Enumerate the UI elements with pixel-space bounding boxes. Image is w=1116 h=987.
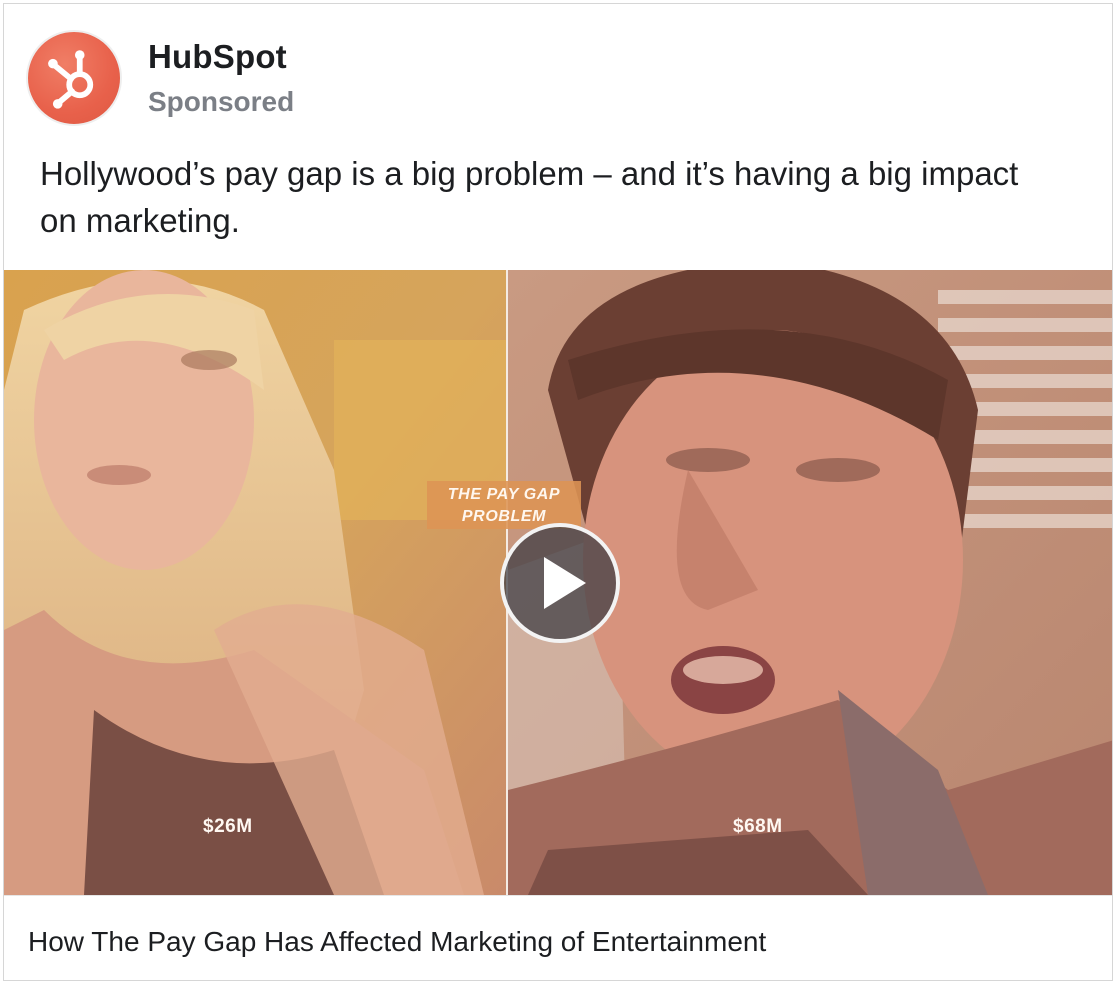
right-amount-label: $68M	[733, 816, 783, 837]
hubspot-logo-icon	[48, 50, 94, 109]
sponsored-post-card: HubSpot Sponsored Hollywood’s pay gap is…	[3, 3, 1113, 981]
link-headline[interactable]: How The Pay Gap Has Affected Marketing o…	[4, 895, 1112, 980]
post-text: Hollywood’s pay gap is a big problem – a…	[40, 155, 1019, 239]
left-amount-label: $26M	[203, 816, 253, 837]
video-overlay-title: THE PAY GAP PROBLEM	[427, 481, 581, 529]
advertiser-avatar[interactable]	[26, 30, 122, 126]
advertiser-name[interactable]: HubSpot	[148, 38, 287, 76]
play-button[interactable]	[500, 523, 620, 643]
sponsored-label[interactable]: Sponsored	[148, 86, 294, 118]
video-left-panel	[4, 270, 506, 895]
play-icon	[544, 557, 586, 609]
video-thumbnail[interactable]: THE PAY GAP PROBLEM $26M $68M	[4, 270, 1112, 895]
